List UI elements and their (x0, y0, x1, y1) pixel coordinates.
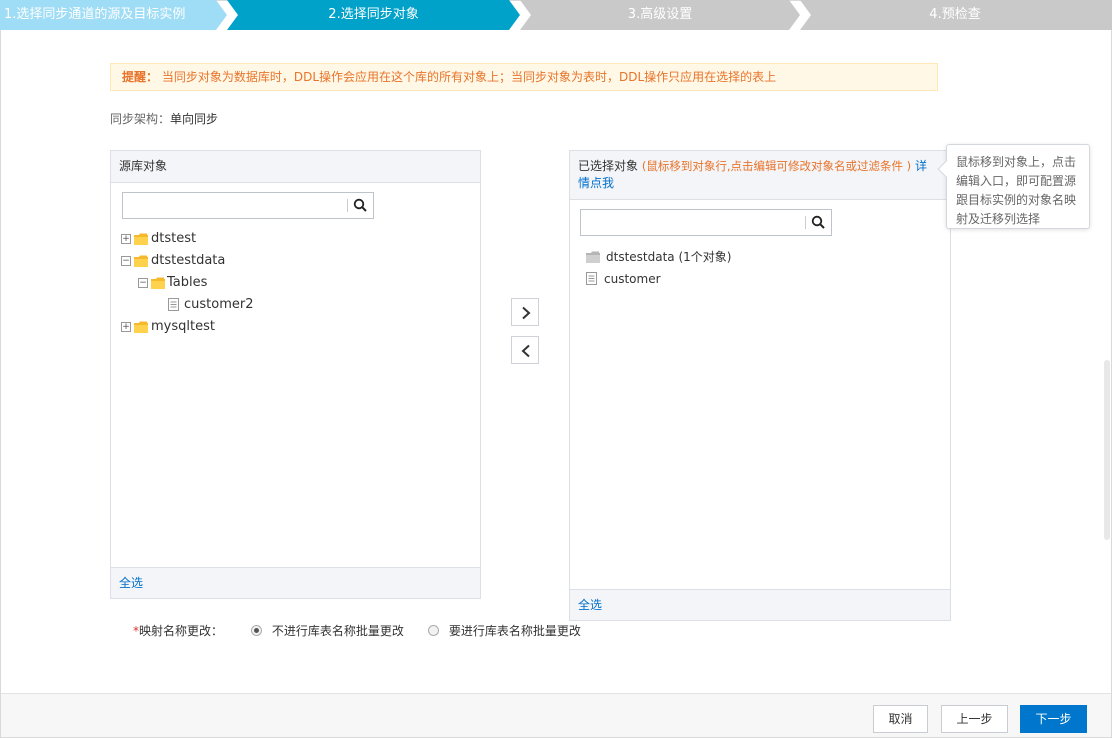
source-panel-header: 源库对象 (111, 151, 480, 183)
sync-architecture: 同步架构：单向同步 (110, 110, 218, 127)
search-separator (347, 199, 348, 212)
search-icon[interactable] (353, 198, 368, 213)
step-1-label: 1.选择同步通道的源及目标实例 (4, 7, 186, 22)
tree-label: Tables (167, 275, 208, 290)
selected-objects-panel: 已选择对象 (鼠标移到对象行,点击编辑可修改对象名或过滤条件 ) 详 情点我 d… (569, 150, 951, 621)
folder-icon (134, 255, 148, 267)
step-4-label: 4.预检查 (929, 7, 981, 22)
search-separator (805, 216, 806, 229)
source-select-all-bar: 全选 (111, 567, 480, 598)
step-3-label: 3.高级设置 (627, 7, 693, 22)
tooltip-line: 跟目标实例的对象名映 (956, 193, 1077, 207)
page-scrollbar[interactable] (1103, 30, 1111, 693)
step-progress: 1.选择同步通道的源及目标实例 2.选择同步对象 3.高级设置 4.预检查 (0, 0, 1112, 30)
details-link-part2[interactable]: 情点我 (578, 176, 614, 190)
tooltip-line: 编辑入口，即可配置源 (956, 174, 1077, 188)
source-select-all-link[interactable]: 全选 (119, 576, 143, 590)
radio-label: 要进行库表名称批量更改 (448, 624, 581, 638)
source-search-input[interactable] (122, 192, 374, 219)
radio-selected[interactable] (251, 625, 262, 636)
selected-search-input[interactable] (580, 209, 832, 236)
arch-label: 同步架构： (110, 112, 171, 126)
selected-select-all-bar: 全选 (570, 589, 950, 620)
details-link-part1[interactable]: 详 (915, 159, 927, 173)
mapping-name-field: *映射名称更改： (133, 622, 223, 639)
selected-panel-title: 已选择对象 (578, 159, 639, 173)
help-tooltip: 鼠标移到对象上，点击 编辑入口，即可配置源 跟目标实例的对象名映 射及迁移列选择 (937, 144, 1090, 229)
tree-label: dtstestdata (151, 253, 226, 268)
wizard-footer: 取消 上一步 下一步 (1, 693, 1111, 737)
radio-label: 不进行库表名称批量更改 (271, 624, 404, 638)
expand-toggle[interactable]: + (121, 234, 131, 244)
selected-panel-hint: (鼠标移到对象行,点击编辑可修改对象名或过滤条件 ) (641, 159, 912, 173)
folder-icon (134, 321, 148, 333)
tree-label: customer (604, 272, 661, 286)
expand-toggle[interactable]: + (121, 322, 131, 332)
chevron-left-icon (521, 344, 530, 358)
add-to-selected-button[interactable] (511, 298, 539, 326)
step-2-label: 2.选择同步对象 (328, 7, 419, 22)
radio-unselected[interactable] (428, 625, 439, 636)
folder-icon (586, 251, 600, 263)
tree-label: dtstest (151, 231, 197, 246)
mapping-label: 映射名称更改： (139, 624, 224, 638)
next-step-button[interactable]: 下一步 (1020, 705, 1087, 733)
collapse-toggle[interactable]: − (121, 256, 131, 266)
source-objects-panel: 源库对象 + dtstest − dtstestdata − Tables cu… (110, 150, 481, 599)
table-file-icon (586, 272, 597, 285)
scrollbar-thumb[interactable] (1104, 360, 1110, 540)
table-file-icon (168, 298, 179, 311)
selected-select-all-link[interactable]: 全选 (578, 598, 602, 612)
prev-step-button[interactable]: 上一步 (941, 705, 1008, 733)
tree-label: customer2 (184, 297, 254, 312)
tooltip-line: 射及迁移列选择 (956, 212, 1041, 226)
ddl-notice: 提醒： 当同步对象为数据库时，DDL操作会应用在这个库的所有对象上；当同步对象为… (110, 63, 938, 91)
notice-prefix: 提醒： (122, 70, 159, 84)
remove-from-selected-button[interactable] (511, 336, 539, 364)
selected-panel-header: 已选择对象 (鼠标移到对象行,点击编辑可修改对象名或过滤条件 ) 详 情点我 (570, 151, 950, 200)
tooltip-line: 鼠标移到对象上，点击 (956, 155, 1077, 169)
arch-value: 单向同步 (170, 112, 219, 126)
folder-icon (151, 277, 165, 289)
tree-label: dtstestdata (1个对象) (606, 250, 732, 264)
search-icon[interactable] (811, 215, 826, 230)
folder-icon (134, 233, 148, 245)
tree-label: mysqltest (151, 319, 215, 334)
collapse-toggle[interactable]: − (138, 278, 148, 288)
cancel-button[interactable]: 取消 (873, 705, 928, 733)
mapping-option-batch[interactable]: 要进行库表名称批量更改 (428, 622, 581, 639)
chevron-right-icon (522, 306, 531, 320)
notice-text: 当同步对象为数据库时，DDL操作会应用在这个库的所有对象上；当同步对象为表时，D… (161, 70, 777, 84)
mapping-option-no-batch[interactable]: 不进行库表名称批量更改 (251, 622, 404, 639)
